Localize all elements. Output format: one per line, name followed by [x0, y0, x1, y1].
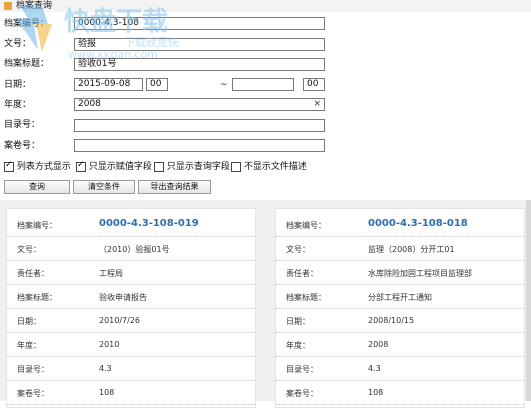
- date-key: 日期：: [17, 317, 41, 326]
- list-mode-checkbox[interactable]: [4, 160, 14, 172]
- result-row: 年度： 2010: [7, 335, 255, 357]
- result-row: 年度： 2008: [276, 335, 524, 357]
- results-scrollbar[interactable]: [526, 200, 531, 401]
- archive-no-key: 档案编号：: [17, 221, 57, 230]
- responsible-value: 工程局: [99, 269, 123, 278]
- year-value: 2008: [368, 340, 389, 349]
- option-hide-description[interactable]: 不显示文件描述: [231, 159, 307, 172]
- responsible-key: 责任者：: [286, 269, 318, 278]
- doc-no-value: （2010）验报01号: [99, 245, 170, 254]
- date-value: 2010/7/26: [99, 316, 141, 325]
- year-label: 年度：: [4, 100, 32, 110]
- archive-no-value[interactable]: 0000-4.3-108-019: [99, 218, 199, 229]
- folder-icon: [4, 2, 12, 10]
- volume-key: 案卷号：: [286, 389, 318, 398]
- date-from-hour-input[interactable]: 00: [146, 78, 168, 91]
- clear-conditions-button[interactable]: 清空条件: [73, 180, 135, 194]
- date-to-input[interactable]: [232, 78, 294, 91]
- query-fields-label: 只显示查询字段: [166, 162, 230, 172]
- volume-value: 108: [368, 388, 384, 397]
- hide-description-checkbox[interactable]: [231, 161, 241, 172]
- result-row: 案卷号： 108: [7, 383, 255, 405]
- list-mode-label: 列表方式显示: [16, 162, 71, 172]
- result-card-1[interactable]: 档案编号： 0000-4.3-108-019 文号： （2010）验报01号 责…: [6, 208, 256, 408]
- result-row: 日期： 2010/7/26: [7, 311, 255, 333]
- result-card-2[interactable]: 档案编号： 0000-4.3-108-018 文号： 监理（2008）分开工01…: [275, 208, 525, 408]
- title-bar: 档案查询: [0, 0, 531, 12]
- date-key: 日期：: [286, 317, 310, 326]
- clear-icon[interactable]: ×: [313, 99, 321, 110]
- result-row: 责任者： 水库除险加固工程项目监理部: [276, 263, 524, 285]
- result-row: 档案编号： 0000-4.3-108-018: [276, 215, 524, 237]
- result-row: 档案标题： 验收申请报告: [7, 287, 255, 309]
- query-button[interactable]: 查询: [4, 180, 70, 194]
- option-list-mode[interactable]: 列表方式显示: [4, 159, 71, 172]
- volume-no-label: 案卷号：: [4, 141, 41, 151]
- result-row: 档案标题： 分部工程开工通知: [276, 287, 524, 309]
- doc-no-value: 监理（2008）分开工01: [368, 245, 455, 254]
- catalog-key: 目录号：: [17, 365, 49, 374]
- result-row: 日期： 2008/10/15: [276, 311, 524, 333]
- hide-description-label: 不显示文件描述: [243, 162, 307, 172]
- archive-no-label: 档案编号：: [4, 19, 50, 29]
- archive-no-input[interactable]: 0000-4.3-108: [74, 17, 325, 30]
- catalog-no-input[interactable]: [74, 119, 325, 132]
- year-value: 2010: [99, 340, 120, 349]
- year-key: 年度：: [17, 341, 41, 350]
- result-row: 文号： 监理（2008）分开工01: [276, 239, 524, 261]
- option-assigned-fields[interactable]: 只显示赋值字段: [76, 159, 152, 172]
- query-fields-checkbox[interactable]: [154, 161, 164, 172]
- title-key: 档案标题：: [17, 293, 57, 302]
- result-row: 文号： （2010）验报01号: [7, 239, 255, 261]
- results-panel: 档案编号： 0000-4.3-108-019 文号： （2010）验报01号 责…: [0, 200, 531, 408]
- year-value: 2008: [78, 99, 101, 109]
- title-value: 验收申请报告: [99, 293, 147, 302]
- archive-no-key: 档案编号：: [286, 221, 326, 230]
- date-value: 2008/10/15: [368, 316, 415, 325]
- volume-no-input[interactable]: [74, 139, 325, 152]
- year-key: 年度：: [286, 341, 310, 350]
- responsible-key: 责任者：: [17, 269, 49, 278]
- result-row: 档案编号： 0000-4.3-108-019: [7, 215, 255, 237]
- result-row: 案卷号： 108: [276, 383, 524, 405]
- year-input[interactable]: 2008 ×: [74, 98, 325, 111]
- option-query-fields[interactable]: 只显示查询字段: [154, 159, 230, 172]
- archive-title-label: 档案标题：: [4, 59, 50, 69]
- assigned-fields-label: 只显示赋值字段: [88, 162, 152, 172]
- date-to-hour-input[interactable]: 00: [303, 78, 325, 91]
- export-results-button[interactable]: 导出查询结果: [138, 180, 211, 194]
- title-key: 档案标题：: [286, 293, 326, 302]
- archive-title-input[interactable]: 验收01号: [74, 58, 325, 71]
- volume-key: 案卷号：: [17, 389, 49, 398]
- catalog-value: 4.3: [99, 364, 112, 373]
- archive-no-value[interactable]: 0000-4.3-108-018: [368, 218, 468, 229]
- catalog-no-label: 目录号：: [4, 120, 41, 130]
- doc-no-key: 文号：: [17, 245, 41, 254]
- result-row: 责任者： 工程局: [7, 263, 255, 285]
- doc-no-key: 文号：: [286, 245, 310, 254]
- volume-value: 108: [99, 388, 115, 397]
- title-value: 分部工程开工通知: [368, 293, 432, 302]
- catalog-key: 目录号：: [286, 365, 318, 374]
- responsible-value: 水库除险加固工程项目监理部: [368, 269, 472, 278]
- doc-no-label: 文号：: [4, 39, 32, 49]
- date-range-separator: ~: [220, 80, 228, 90]
- catalog-value: 4.3: [368, 364, 381, 373]
- doc-no-input[interactable]: 验报: [74, 38, 325, 51]
- window-title: 档案查询: [16, 1, 53, 11]
- result-row: 目录号： 4.3: [7, 359, 255, 381]
- result-row: 目录号： 4.3: [276, 359, 524, 381]
- date-from-input[interactable]: 2015-09-08: [74, 78, 143, 91]
- date-label: 日期：: [4, 80, 32, 90]
- assigned-fields-checkbox[interactable]: [76, 160, 86, 172]
